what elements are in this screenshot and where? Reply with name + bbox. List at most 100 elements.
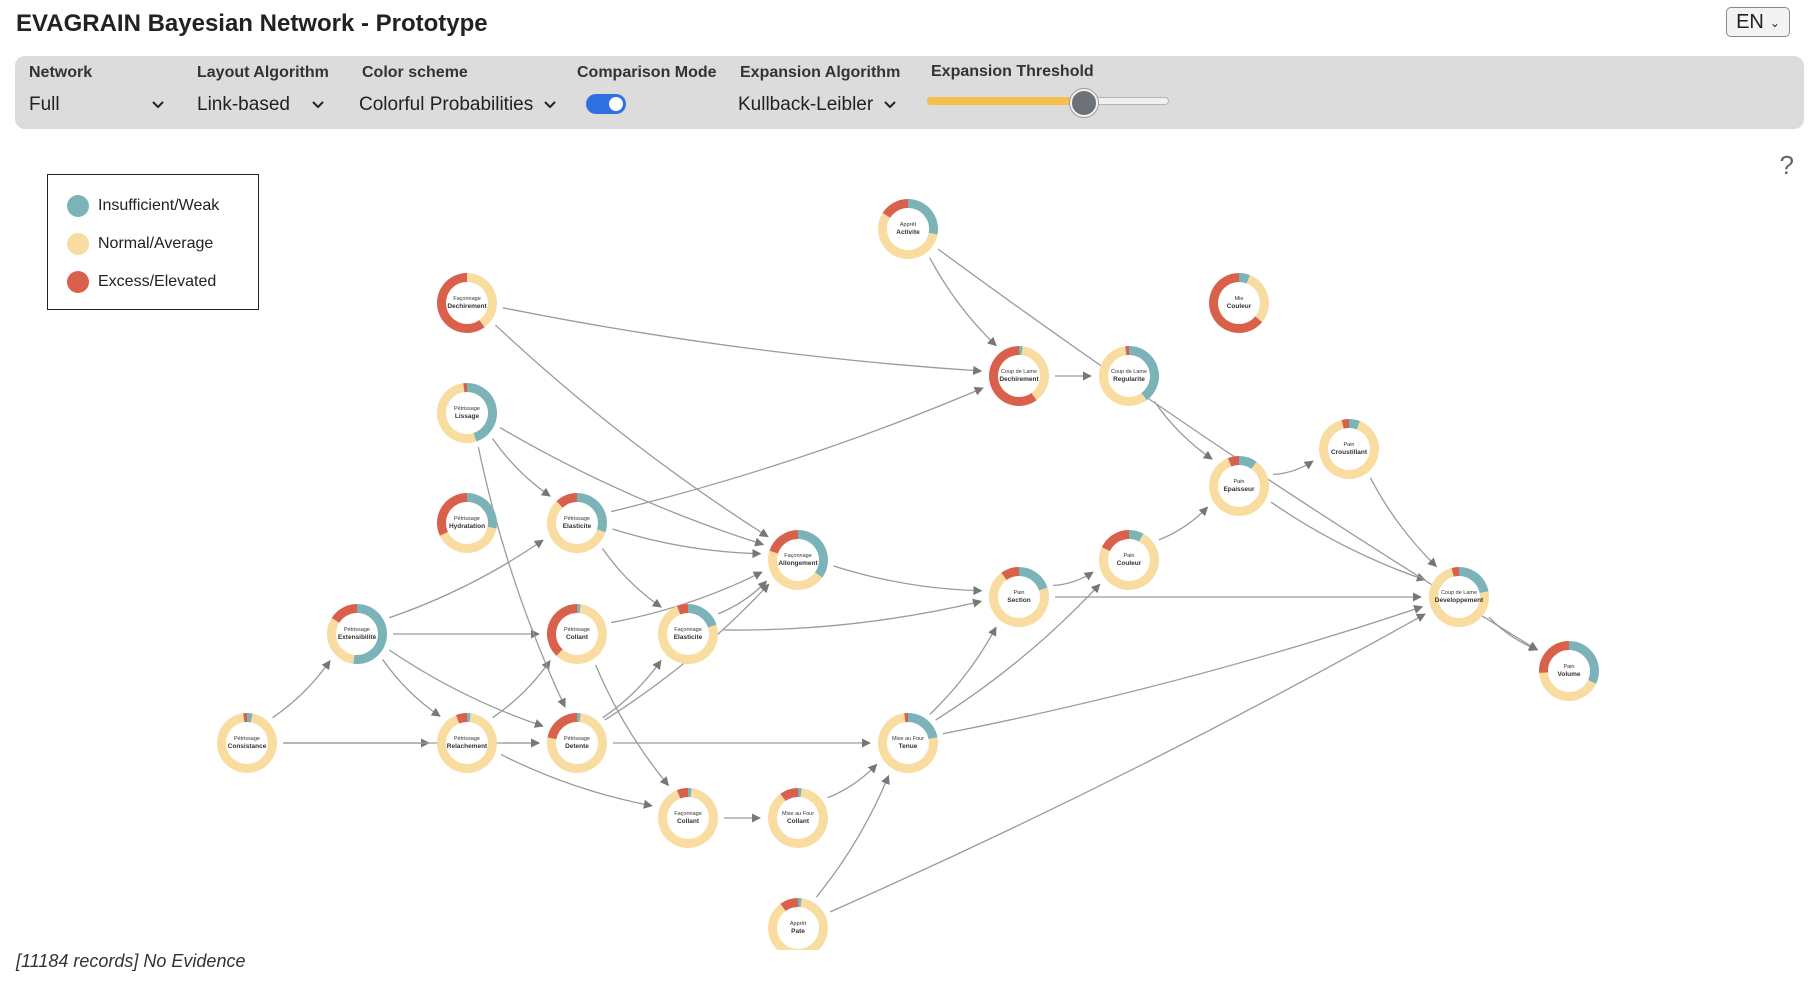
node-group-label: Mie <box>1235 296 1244 302</box>
node-name-label: Collant <box>677 818 700 825</box>
node-detente[interactable]: PétrissageDetente <box>547 713 607 773</box>
node-group-label: Façonnage <box>674 811 702 817</box>
expansion-algo-select[interactable]: Kullback-Leibler <box>738 94 897 116</box>
color-scheme-select-value: Colorful Probabilities <box>359 94 534 115</box>
node-pelast[interactable]: PétrissageElasticite <box>547 493 607 553</box>
layout-control: Layout Algorithm Link-based <box>197 64 329 115</box>
edge-mcollant-tenue <box>827 763 878 799</box>
edge-fallong-psection <box>833 565 983 596</box>
edge-psection-pcouleur <box>1053 571 1094 587</box>
edge-relach-pcollant <box>492 660 551 719</box>
network-graph: PétrissageConsistancePétrissageExtensibi… <box>217 199 1599 950</box>
edge-fdech-cdech <box>502 307 983 376</box>
node-segment-weak <box>1238 456 1257 470</box>
edge-lissage-detente <box>477 447 566 708</box>
node-segment-excess <box>1451 567 1460 577</box>
node-fallong[interactable]: FaçonnageAllongement <box>768 530 828 590</box>
node-exten[interactable]: PétrissageExtensibilité <box>327 604 387 664</box>
node-group-label: Coup de Lame <box>1441 590 1477 596</box>
node-segment-excess <box>1001 567 1020 581</box>
color-scheme-select[interactable]: Colorful Probabilities <box>359 94 557 116</box>
node-segment-excess <box>1341 419 1350 429</box>
node-segment-weak <box>1348 419 1361 430</box>
node-pcroust[interactable]: PainCroustillant <box>1319 419 1379 479</box>
edge-lissage-fallong <box>499 427 765 547</box>
node-group-label: Pétrissage <box>564 627 590 633</box>
node-mcouleur[interactable]: MieCouleur <box>1209 273 1269 333</box>
node-cdev[interactable]: Coup de LameDeveloppement <box>1429 567 1489 627</box>
edge-creg-pepais <box>1153 401 1213 460</box>
node-apate[interactable]: ApprêtPate <box>768 898 828 950</box>
expansion-threshold-label: Expansion Threshold <box>931 63 1094 80</box>
node-lissage[interactable]: PétrissageLissage <box>437 383 497 443</box>
node-name-label: Elasticite <box>563 523 592 530</box>
edge-exten-relach <box>382 658 441 717</box>
node-pepais[interactable]: PainEpaisseur <box>1209 456 1269 516</box>
edge-cons-exten <box>272 660 331 719</box>
node-name-label: Detente <box>565 743 589 750</box>
toggle-knob <box>609 97 623 111</box>
chevron-down-icon <box>152 101 164 109</box>
node-felast[interactable]: FaçonnageElasticite <box>658 604 718 664</box>
node-aactiv[interactable]: ApprêtActivite <box>878 199 938 259</box>
node-cons[interactable]: PétrissageConsistance <box>217 713 277 773</box>
node-group-label: Pain <box>1123 553 1134 559</box>
layout-select[interactable]: Link-based <box>197 94 325 116</box>
status-text: [11184 records] No Evidence <box>16 951 246 971</box>
node-mcollant[interactable]: Mise au FourCollant <box>768 788 828 848</box>
node-segment-excess <box>1227 456 1240 467</box>
node-group-label: Pétrissage <box>454 406 480 412</box>
expansion-algo-select-value: Kullback-Leibler <box>738 94 874 115</box>
app-title: EVAGRAIN Bayesian Network - Prototype <box>16 10 488 37</box>
expansion-algo-control: Expansion Algorithm Kullback-Leibler <box>738 64 900 115</box>
expansion-threshold-slider[interactable] <box>927 89 1169 117</box>
node-group-label: Pain <box>1563 664 1574 670</box>
network-select[interactable]: Full <box>29 94 165 116</box>
node-name-label: Extensibilité <box>338 634 377 641</box>
node-group-label: Apprêt <box>900 222 917 228</box>
edge-pepais-pcroust <box>1273 460 1314 476</box>
node-name-label: Dechirement <box>447 303 487 310</box>
edge-pelast-cdech <box>611 387 984 513</box>
chevron-down-icon <box>544 101 556 109</box>
node-fcollant[interactable]: FaçonnageCollant <box>658 788 718 848</box>
node-fdech[interactable]: FaçonnageDechirement <box>437 273 497 333</box>
node-name-label: Elasticite <box>674 634 703 641</box>
node-relach[interactable]: PétrissageRelachement <box>437 713 497 773</box>
node-segment-excess <box>780 898 799 912</box>
toolbar: Network Full Layout Algorithm Link-based… <box>15 56 1804 129</box>
edge-aactiv-cdech <box>929 257 997 347</box>
node-segment-excess <box>676 604 689 615</box>
node-name-label: Collant <box>566 634 589 641</box>
node-group-label: Façonnage <box>453 296 481 302</box>
comparison-toggle[interactable] <box>586 94 626 114</box>
node-name-label: Consistance <box>228 743 267 750</box>
node-pcouleur[interactable]: PainCouleur <box>1099 530 1159 590</box>
slider-thumb[interactable] <box>1069 89 1098 117</box>
node-cdech[interactable]: Coup de LameDechirement <box>989 346 1049 406</box>
node-layer: PétrissageConsistancePétrissageExtensibi… <box>217 199 1599 950</box>
node-name-label: Section <box>1007 597 1031 604</box>
node-psection[interactable]: PainSection <box>989 567 1049 627</box>
edge-lissage-pelast <box>491 438 551 497</box>
node-name-label: Activite <box>896 229 920 236</box>
node-creg[interactable]: Coup de LameRegularite <box>1099 346 1159 406</box>
node-pcollant[interactable]: PétrissageCollant <box>547 604 607 664</box>
node-pvolume[interactable]: PainVolume <box>1539 641 1599 701</box>
language-value: EN <box>1736 10 1764 33</box>
edge-detente-felast <box>602 659 662 719</box>
node-name-label: Croustillant <box>1331 449 1368 456</box>
layout-select-value: Link-based <box>197 94 290 115</box>
color-scheme-control: Color scheme Colorful Probabilities <box>359 64 556 115</box>
edge-felast-psection <box>723 598 983 631</box>
node-name-label: Tenue <box>899 743 918 750</box>
node-hydrat[interactable]: PétrissageHydratation <box>437 493 497 553</box>
node-group-label: Pétrissage <box>454 516 480 522</box>
language-select[interactable]: EN ⌄ <box>1726 7 1790 37</box>
node-group-label: Coup de Lame <box>1001 369 1037 375</box>
node-group-label: Pain <box>1233 479 1244 485</box>
node-name-label: Volume <box>1558 671 1581 678</box>
node-tenue[interactable]: Mise au FourTenue <box>878 713 938 773</box>
node-group-label: Mise au Four <box>782 811 814 817</box>
node-group-label: Pétrissage <box>564 516 590 522</box>
